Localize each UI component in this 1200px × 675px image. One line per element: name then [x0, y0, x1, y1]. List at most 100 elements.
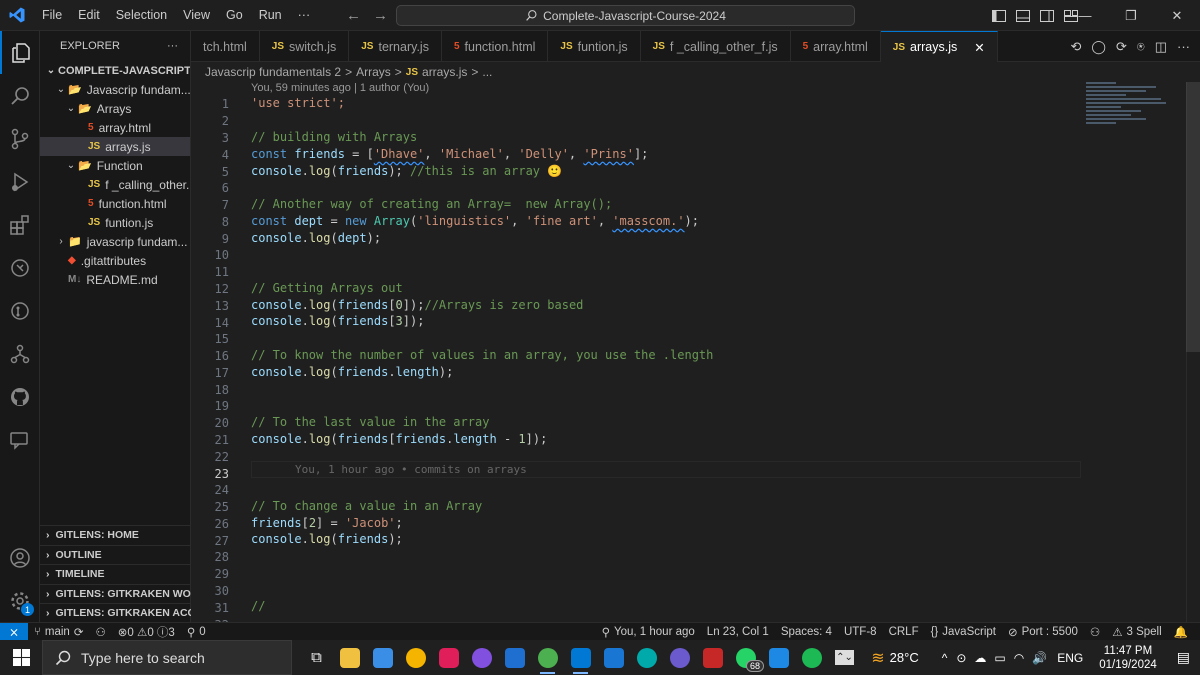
- command-center-search[interactable]: Complete-Javascript-Course-2024: [396, 5, 855, 26]
- more-actions-icon[interactable]: ···: [1177, 39, 1190, 54]
- editor-scrollbar[interactable]: [1186, 82, 1200, 622]
- whatsapp-icon[interactable]: 68: [729, 640, 764, 675]
- tree-item[interactable]: M↓ README.md: [40, 270, 190, 289]
- editor-tab[interactable]: JS arrays.js ✕: [880, 31, 998, 62]
- microsoft-store-icon[interactable]: [366, 640, 399, 675]
- menu-run[interactable]: Run: [251, 0, 290, 31]
- gitlens-next-change-icon[interactable]: ⟳: [1116, 39, 1127, 55]
- sidebar-section[interactable]: › TIMELINE: [40, 564, 191, 584]
- battery-icon[interactable]: ▭: [990, 651, 1009, 665]
- language-indicator[interactable]: ENG: [1051, 651, 1089, 665]
- windows-start-icon[interactable]: [0, 640, 42, 675]
- menu-file[interactable]: File: [34, 0, 70, 31]
- video-recorder-icon[interactable]: [696, 640, 729, 675]
- close-tab-icon[interactable]: ✕: [974, 40, 984, 55]
- editor-tab[interactable]: 5 function.html: [442, 31, 549, 62]
- scroll-thumb[interactable]: [1186, 82, 1200, 352]
- weather-icon[interactable]: ≋: [866, 648, 889, 668]
- mail-icon[interactable]: [597, 640, 630, 675]
- split-editor-icon[interactable]: ◫: [1155, 39, 1167, 55]
- tree-item[interactable]: JS funtion.js: [40, 213, 190, 232]
- gitlens-icon[interactable]: [0, 289, 40, 332]
- p-app-icon[interactable]: [663, 640, 696, 675]
- comments-icon[interactable]: [0, 418, 40, 461]
- breadcrumb-file[interactable]: arrays.js: [422, 65, 467, 79]
- blame-status[interactable]: ⚲ You, 1 hour ago: [596, 625, 701, 639]
- tree-item[interactable]: ◆ .gitattributes: [40, 251, 190, 270]
- gitlens-launchpad-icon[interactable]: ⚇: [89, 625, 111, 639]
- tree-item[interactable]: ⌄ 📂 Javascrip fundam...: [40, 80, 190, 99]
- spell-status[interactable]: ⚠ 3 Spell: [1106, 625, 1167, 639]
- editor-tab[interactable]: tch.html: [191, 31, 260, 62]
- wifi-icon[interactable]: ◠: [1010, 651, 1028, 665]
- tree-item[interactable]: › 📁 javascrip fundam...: [40, 232, 190, 251]
- indentation[interactable]: Spaces: 4: [775, 626, 838, 638]
- sidebar-section[interactable]: › OUTLINE: [40, 544, 191, 565]
- back-arrow-icon[interactable]: ←: [346, 7, 361, 24]
- tree-item[interactable]: 5 function.html: [40, 194, 190, 213]
- github-icon[interactable]: [0, 375, 40, 418]
- editor-tab[interactable]: JS f _calling_other_f.js: [641, 31, 791, 62]
- tray-chevron-up-icon[interactable]: ^: [937, 651, 953, 665]
- close-icon[interactable]: ✕: [1154, 0, 1200, 31]
- sidebar-section[interactable]: › GITLENS: GITKRAKEN ACC...: [40, 603, 191, 623]
- menu-go[interactable]: Go: [218, 0, 251, 31]
- menu-edit[interactable]: Edit: [70, 0, 108, 31]
- clock[interactable]: 11:47 PM 01/19/2024: [1089, 644, 1167, 672]
- settings-gear-icon[interactable]: 1: [0, 579, 40, 622]
- taskbar-search[interactable]: Type here to search: [42, 640, 292, 675]
- explorer-more-actions[interactable]: ···: [167, 40, 178, 52]
- vscode-taskbar-icon[interactable]: [564, 640, 597, 675]
- language-mode[interactable]: {} JavaScript: [925, 626, 1002, 638]
- run-debug-icon[interactable]: [0, 160, 40, 203]
- remote-explorer-icon[interactable]: [0, 246, 40, 289]
- github-desktop-icon[interactable]: [465, 640, 498, 675]
- search-icon[interactable]: [0, 74, 40, 117]
- tree-item[interactable]: JS arrays.js: [40, 137, 190, 156]
- health-app-icon[interactable]: [762, 640, 795, 675]
- overflow-chevron-icon[interactable]: ⌃⌄: [828, 640, 861, 675]
- minimap[interactable]: [1086, 82, 1186, 142]
- editor-tab[interactable]: 5 array.html: [791, 31, 881, 62]
- extensions-icon[interactable]: [0, 203, 40, 246]
- explorer-icon[interactable]: [0, 31, 40, 74]
- workspace-root[interactable]: ⌄ COMPLETE-JAVASCRIPT-C...: [40, 61, 190, 80]
- forward-arrow-icon[interactable]: →: [373, 7, 388, 24]
- defender-icon[interactable]: [498, 640, 531, 675]
- editor-tab[interactable]: JS funtion.js: [548, 31, 641, 62]
- temperature[interactable]: 28°C: [890, 650, 937, 665]
- gitlens-previous-change-icon[interactable]: ⟲: [1071, 39, 1082, 55]
- live-server-port[interactable]: ⊘ Port : 5500: [1002, 625, 1084, 639]
- source-control-icon[interactable]: [0, 117, 40, 160]
- breadcrumb-folder-root[interactable]: Javascrip fundamentals 2: [205, 65, 341, 79]
- notifications-bell-icon[interactable]: 🔔: [1168, 625, 1194, 639]
- editor-tab[interactable]: JS switch.js: [260, 31, 350, 62]
- breadcrumb-folder-arrays[interactable]: Arrays: [356, 65, 391, 79]
- sidebar-section[interactable]: › GITLENS: HOME: [40, 525, 191, 545]
- meet-now-icon[interactable]: ⊙: [952, 651, 970, 665]
- notification-center-icon[interactable]: ▤: [1167, 649, 1200, 666]
- remote-indicator-icon[interactable]: ⨯: [0, 622, 28, 641]
- tree-item[interactable]: 5 array.html: [40, 118, 190, 137]
- tree-item[interactable]: ⌄ 📂 Arrays: [40, 99, 190, 118]
- gitkraken-icon[interactable]: [0, 332, 40, 375]
- encoding[interactable]: UTF-8: [838, 626, 883, 638]
- breadcrumb-symbol[interactable]: ...: [482, 65, 492, 79]
- task-view-icon[interactable]: ⧉: [300, 640, 333, 675]
- spotify-icon[interactable]: [795, 640, 828, 675]
- menu-selection[interactable]: Selection: [108, 0, 175, 31]
- toggle-secondary-sidebar-icon[interactable]: [1038, 7, 1056, 25]
- copilot-icon[interactable]: ⚇: [1084, 625, 1106, 639]
- codelens-blame[interactable]: You, 59 minutes ago | 1 author (You): [251, 82, 429, 95]
- chrome-icon[interactable]: [531, 640, 564, 675]
- volume-icon[interactable]: 🔊: [1028, 651, 1051, 665]
- accounts-icon[interactable]: [0, 536, 40, 579]
- copilot-c-icon[interactable]: [630, 640, 663, 675]
- menu-more[interactable]: ···: [290, 0, 319, 31]
- sidebar-section[interactable]: › GITLENS: GITKRAKEN WO...: [40, 583, 191, 604]
- gitlens-commit-icon[interactable]: ◯: [1091, 39, 1106, 55]
- ports-status[interactable]: ⚲ 0: [181, 625, 212, 639]
- problems-status[interactable]: ⊗0 ⚠0 ⓘ3: [112, 624, 181, 640]
- minimize-icon[interactable]: —: [1062, 0, 1108, 31]
- restore-icon[interactable]: ❐: [1108, 0, 1154, 31]
